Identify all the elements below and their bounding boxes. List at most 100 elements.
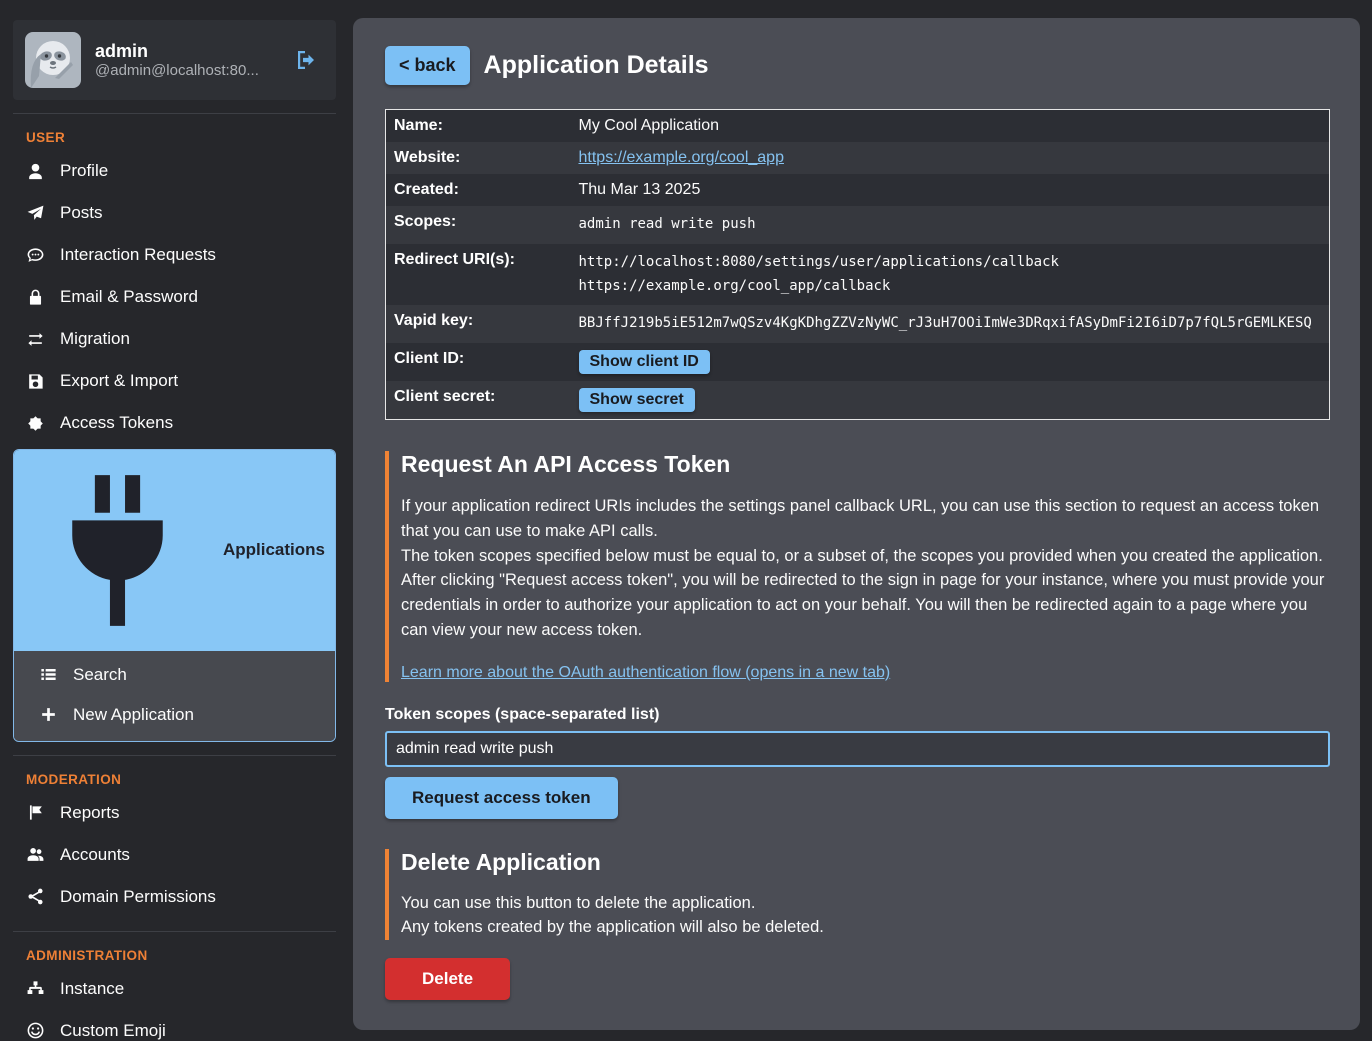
delete-info-line: Any tokens created by the application wi… xyxy=(401,916,1330,940)
page-header: < back Application Details xyxy=(385,46,1330,85)
delete-button[interactable]: Delete xyxy=(385,958,510,1000)
delete-application-heading: Delete Application xyxy=(401,849,1330,876)
user-card: admin @admin@localhost:80... xyxy=(13,20,336,100)
client-secret-label: Client secret: xyxy=(386,381,571,420)
sloth-avatar-icon xyxy=(25,32,81,88)
users-icon xyxy=(26,845,45,864)
table-row-vapid-key: Vapid key: BBJffJ219b5iE512m7wQSzv4KgKDh… xyxy=(386,305,1330,343)
token-scopes-input[interactable] xyxy=(385,731,1330,767)
redirect-values: http://localhost:8080/settings/user/appl… xyxy=(571,244,1330,306)
sidebar-item-label: Interaction Requests xyxy=(60,245,216,265)
sign-out-icon[interactable] xyxy=(292,46,320,74)
user-icon xyxy=(26,162,45,181)
sidebar-item-access-tokens[interactable]: Access Tokens xyxy=(13,402,336,444)
sidebar-item-label: Posts xyxy=(60,203,103,223)
request-token-paragraph: If your application redirect URIs includ… xyxy=(401,494,1330,544)
request-token-heading: Request An API Access Token xyxy=(401,451,1330,478)
lock-icon xyxy=(26,288,45,307)
sidebar-item-instance[interactable]: Instance xyxy=(13,968,336,1010)
sidebar-item-email-password[interactable]: Email & Password xyxy=(13,276,336,318)
table-row-redirect-uris: Redirect URI(s): http://localhost:8080/s… xyxy=(386,244,1330,306)
request-token-paragraph: The token scopes specified below must be… xyxy=(401,544,1330,569)
scopes-label: Scopes: xyxy=(386,206,571,244)
name-label: Name: xyxy=(386,110,571,143)
sidebar-item-custom-emoji[interactable]: Custom Emoji xyxy=(13,1010,336,1041)
sidebar-item-label: Search xyxy=(73,665,127,685)
user-display-name: admin xyxy=(95,41,278,62)
request-token-paragraph: After clicking "Request access token", y… xyxy=(401,568,1330,642)
list-icon xyxy=(39,665,58,684)
sidebar-divider xyxy=(13,113,336,114)
oauth-docs-link[interactable]: Learn more about the OAuth authenticatio… xyxy=(401,664,890,682)
show-secret-button[interactable]: Show secret xyxy=(579,388,695,412)
sidebar-item-label: Access Tokens xyxy=(60,413,173,433)
table-row-created: Created: Thu Mar 13 2025 xyxy=(386,174,1330,206)
sidebar-item-export-import[interactable]: Export & Import xyxy=(13,360,336,402)
table-row-client-secret: Client secret: Show secret xyxy=(386,381,1330,420)
sidebar-divider xyxy=(13,755,336,756)
sidebar-item-label: Reports xyxy=(60,803,120,823)
avatar xyxy=(25,32,81,88)
sidebar-item-label: Export & Import xyxy=(60,371,178,391)
show-client-id-button[interactable]: Show client ID xyxy=(579,350,710,374)
share-nodes-icon xyxy=(26,887,45,906)
floppy-disk-icon xyxy=(26,372,45,391)
sidebar-item-applications-search[interactable]: Search xyxy=(14,655,335,695)
main-panel: < back Application Details Name: My Cool… xyxy=(353,18,1360,1030)
back-button[interactable]: < back xyxy=(385,46,470,85)
created-value: Thu Mar 13 2025 xyxy=(571,174,1330,206)
scopes-value: admin read write push xyxy=(571,206,1330,244)
sidebar-section-moderation: MODERATION xyxy=(26,772,336,787)
client-id-label: Client ID: xyxy=(386,343,571,381)
redirect-uri: http://localhost:8080/settings/user/appl… xyxy=(579,251,1322,275)
table-row-scopes: Scopes: admin read write push xyxy=(386,206,1330,244)
vapid-value: BBJffJ219b5iE512m7wQSzv4KgKDhgZZVzNyWC_r… xyxy=(571,305,1330,343)
request-access-token-button[interactable]: Request access token xyxy=(385,777,618,819)
sidebar-group-applications: Applications Search New Application xyxy=(13,449,336,742)
sitemap-icon xyxy=(26,979,45,998)
table-row-website: Website: https://example.org/cool_app xyxy=(386,142,1330,174)
user-handle: @admin@localhost:80... xyxy=(95,62,278,79)
sidebar-item-reports[interactable]: Reports xyxy=(13,792,336,834)
application-details-table: Name: My Cool Application Website: https… xyxy=(385,109,1330,420)
delete-application-section: Delete Application You can use this butt… xyxy=(385,849,1330,940)
sidebar-item-label: Migration xyxy=(60,329,130,349)
sidebar-item-label: Accounts xyxy=(60,845,130,865)
smile-icon xyxy=(26,1021,45,1040)
website-link[interactable]: https://example.org/cool_app xyxy=(579,149,784,166)
sidebar-item-interaction-requests[interactable]: Interaction Requests xyxy=(13,234,336,276)
sidebar-section-administration: ADMINISTRATION xyxy=(26,948,336,963)
sidebar-item-label: Instance xyxy=(60,979,124,999)
sidebar-item-label: Email & Password xyxy=(60,287,198,307)
sidebar-item-new-application[interactable]: New Application xyxy=(14,695,335,735)
created-label: Created: xyxy=(386,174,571,206)
sidebar-item-posts[interactable]: Posts xyxy=(13,192,336,234)
sidebar-item-migration[interactable]: Migration xyxy=(13,318,336,360)
comment-dots-icon xyxy=(26,246,45,265)
sidebar-divider xyxy=(13,931,336,932)
sidebar-item-accounts[interactable]: Accounts xyxy=(13,834,336,876)
arrows-exchange-icon xyxy=(26,330,45,349)
sidebar-item-domain-permissions[interactable]: Domain Permissions xyxy=(13,876,336,918)
redirect-uri: https://example.org/cool_app/callback xyxy=(579,275,1322,299)
sidebar-item-label: Applications xyxy=(223,540,325,560)
paper-plane-icon xyxy=(26,204,45,223)
sidebar-item-label: Domain Permissions xyxy=(60,887,216,907)
token-scopes-label: Token scopes (space-separated list) xyxy=(385,706,1330,724)
applications-submenu: Search New Application xyxy=(14,651,335,741)
table-row-name: Name: My Cool Application xyxy=(386,110,1330,143)
request-token-section: Request An API Access Token If your appl… xyxy=(385,451,1330,682)
sidebar-item-label: New Application xyxy=(73,705,194,725)
sidebar: admin @admin@localhost:80... USER Profil… xyxy=(0,0,353,1041)
plug-icon xyxy=(27,460,208,641)
sidebar-item-label: Custom Emoji xyxy=(60,1021,166,1041)
page-title: Application Details xyxy=(484,51,709,80)
sidebar-item-label: Profile xyxy=(60,161,108,181)
sidebar-section-user: USER xyxy=(26,130,336,145)
sidebar-item-applications[interactable]: Applications xyxy=(14,450,335,651)
vapid-label: Vapid key: xyxy=(386,305,571,343)
name-value: My Cool Application xyxy=(571,110,1330,143)
website-label: Website: xyxy=(386,142,571,174)
flag-icon xyxy=(26,803,45,822)
sidebar-item-profile[interactable]: Profile xyxy=(13,150,336,192)
